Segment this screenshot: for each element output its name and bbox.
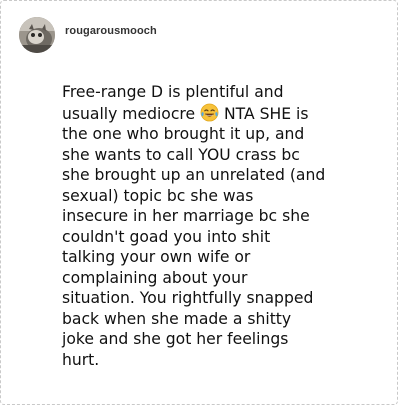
- comment-header: rougarousmooch: [19, 17, 157, 53]
- comment-line-text: NTA SHE is: [219, 104, 309, 123]
- username[interactable]: rougarousmooch: [65, 25, 157, 37]
- avatar-photo-icon: [19, 17, 55, 53]
- comment-card: rougarousmooch Free-range D is plentiful…: [0, 0, 398, 405]
- comment-line: the one who brought it up, and: [62, 125, 305, 143]
- comment-line: joke and she got her feelings: [62, 330, 289, 348]
- tears-of-joy-emoji-icon: [200, 103, 219, 121]
- comment-line-with-emoji: usually mediocre NTA SHE is: [62, 103, 397, 125]
- comment-line: situation. You rightfully snapped: [62, 289, 314, 307]
- comment-line: Free-range D is plentiful and: [62, 83, 284, 101]
- comment-line: she wants to call YOU crass bc: [62, 145, 300, 164]
- comment-line-text: usually mediocre: [62, 104, 196, 123]
- comment-line: hurt.: [62, 350, 100, 369]
- comment-line: she brought up an unrelated (and: [62, 166, 326, 184]
- comment-line: complaining about your: [62, 268, 248, 287]
- comment-line: sexual) topic bc she was: [62, 186, 254, 205]
- comment-line: couldn't goad you into shit: [62, 227, 271, 246]
- avatar[interactable]: [19, 17, 55, 53]
- comment-line: insecure in her marriage bc she: [62, 207, 310, 225]
- comment-body: Free-range D is plentiful and usually me…: [62, 82, 397, 370]
- comment-line: back when she made a shitty: [62, 309, 292, 328]
- comment-line: talking your own wife or: [62, 248, 251, 266]
